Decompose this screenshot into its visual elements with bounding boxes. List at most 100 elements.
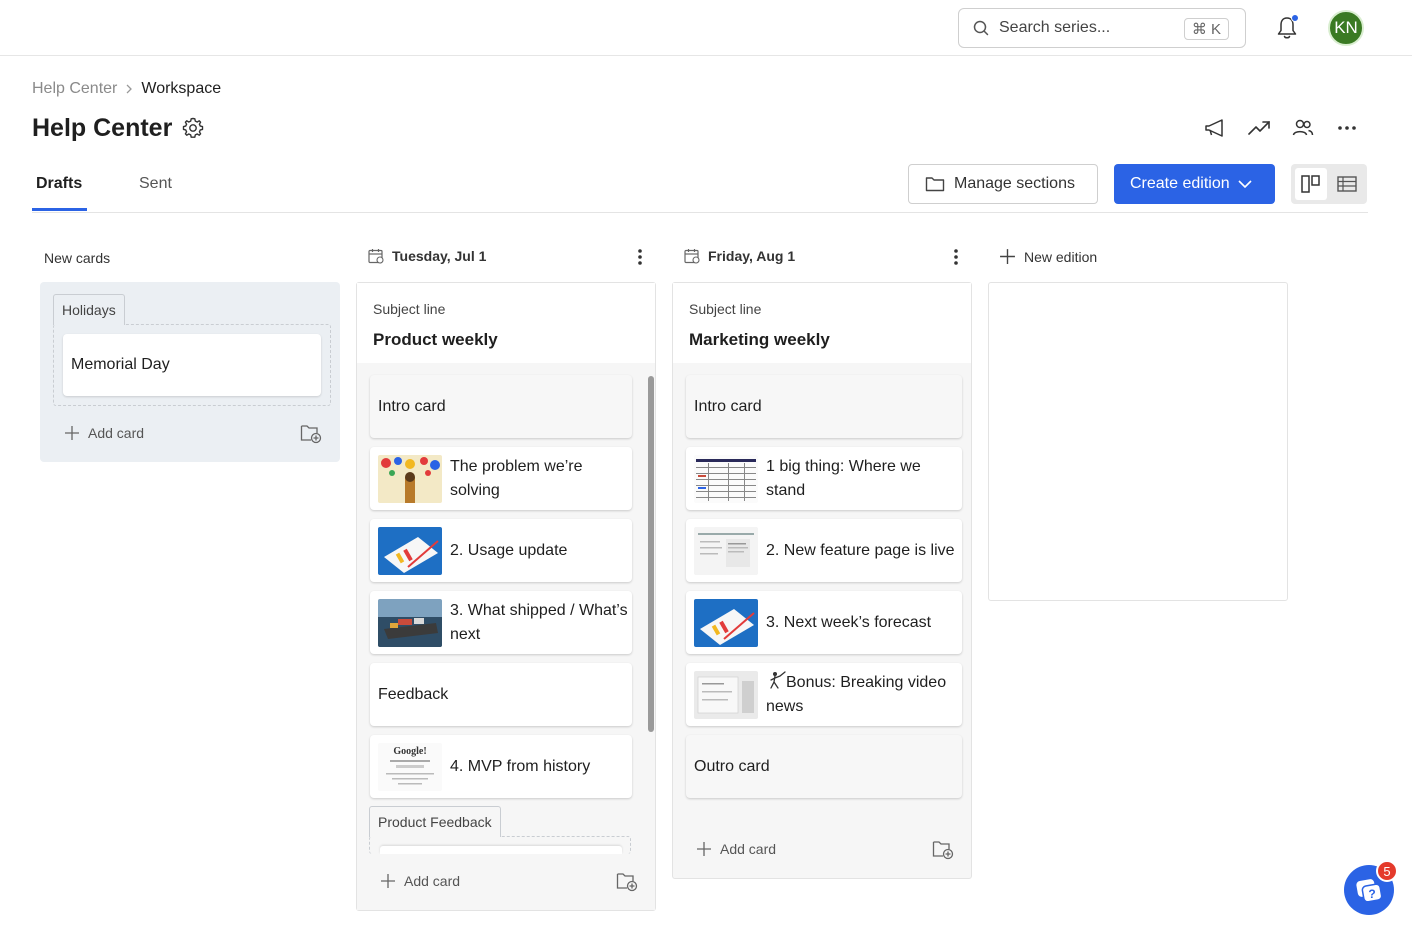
folder-icon	[925, 177, 945, 192]
add-card-button[interactable]: Add card	[380, 873, 460, 889]
search-input[interactable]: Search series... ⌘ K	[958, 8, 1246, 48]
fencer-emoji-icon	[770, 670, 786, 689]
card-title: Intro card	[378, 397, 446, 415]
add-card-label: Add card	[404, 873, 461, 889]
card-title: 3. What shipped / What’s next	[450, 601, 628, 643]
card-intro[interactable]: Intro card	[686, 375, 962, 438]
new-edition-placeholder	[988, 282, 1288, 601]
chart-image	[378, 526, 442, 575]
scrollbar[interactable]	[648, 376, 654, 732]
tabs-divider	[32, 212, 1368, 213]
table-image	[694, 454, 758, 503]
help-badge-count: 5	[1376, 860, 1398, 882]
manage-sections-label: Manage sections	[954, 175, 1075, 192]
card-big-thing[interactable]: 1 big thing: Where we stand	[686, 447, 962, 510]
subject-line-label: Subject line	[689, 301, 762, 317]
megaphone-icon[interactable]	[1203, 116, 1227, 140]
gear-icon[interactable]	[181, 116, 205, 140]
breadcrumb: Help Center Workspace	[32, 80, 221, 98]
screenshot-image	[694, 670, 758, 719]
document-image	[694, 526, 758, 575]
card-usage-update[interactable]: 2. Usage update	[370, 519, 632, 582]
card-mvp-history[interactable]: Google! 4. MVP from history	[370, 735, 632, 798]
card-problem[interactable]: The problem we’re solving	[370, 447, 632, 510]
card-outro[interactable]: Outro card	[686, 735, 962, 798]
folder-add-icon[interactable]	[300, 424, 322, 444]
card-memorial-day[interactable]: Memorial Day	[63, 334, 321, 396]
edition-2-header[interactable]: Subject line Marketing weekly	[673, 283, 971, 363]
breadcrumb-help-center[interactable]: Help Center	[32, 80, 117, 98]
avatar[interactable]: KN	[1328, 10, 1364, 46]
view-toggle	[1291, 164, 1367, 204]
calendar-icon	[368, 249, 384, 264]
svg-text:Google!: Google!	[393, 746, 426, 757]
more-vertical-icon[interactable]	[953, 248, 959, 266]
card-new-feature[interactable]: 2. New feature page is live	[686, 519, 962, 582]
folder-add-icon[interactable]	[932, 840, 954, 860]
edition-1-date-label: Tuesday, Jul 1	[392, 248, 487, 264]
card-title: Intro card	[694, 397, 762, 415]
folder-add-icon[interactable]	[616, 872, 638, 892]
card-intro[interactable]: Intro card	[370, 375, 632, 438]
plus-icon	[381, 874, 395, 888]
create-edition-label: Create edition	[1130, 175, 1230, 192]
active-tab-indicator	[32, 208, 87, 211]
subject-line-value: Product weekly	[373, 330, 498, 349]
search-icon	[973, 20, 989, 36]
card-title: 2. New feature page is live	[766, 541, 955, 559]
edition-2-date-label: Friday, Aug 1	[708, 248, 796, 264]
subject-line-label: Subject line	[373, 301, 446, 317]
card-bonus-video[interactable]: Bonus: Breaking video news	[686, 663, 962, 726]
calendar-icon	[684, 249, 700, 264]
card-title-wrapper: Bonus: Breaking video news	[758, 670, 962, 719]
add-card-button[interactable]: Add card	[696, 841, 776, 857]
card-feedback[interactable]: Feedback	[370, 663, 632, 726]
plus-icon	[697, 842, 711, 856]
section-product-feedback-label[interactable]: Product Feedback	[369, 806, 501, 837]
plus-icon	[1000, 249, 1015, 264]
card-title: Feedback	[378, 685, 449, 703]
table-view-icon	[1337, 176, 1357, 192]
page-title: Help Center	[32, 114, 173, 142]
add-card-label: Add card	[88, 425, 145, 441]
edition-1-header[interactable]: Subject line Product weekly	[357, 283, 655, 363]
trending-up-icon[interactable]	[1247, 116, 1271, 140]
collage-image	[378, 454, 442, 503]
new-edition-label: New edition	[1024, 248, 1098, 265]
chart-image	[694, 598, 758, 647]
card-title: 1 big thing: Where we stand	[766, 457, 921, 499]
plus-icon	[65, 426, 79, 440]
notification-dot	[1291, 14, 1299, 22]
card-title: The problem we’re solving	[450, 457, 583, 499]
board-view-button[interactable]	[1295, 168, 1327, 200]
subject-line-value: Marketing weekly	[689, 330, 830, 349]
card-what-shipped[interactable]: 3. What shipped / What’s next	[370, 591, 632, 654]
add-card-label: Add card	[720, 841, 777, 857]
partially-hidden-card[interactable]	[380, 846, 622, 854]
top-bar: Search series... ⌘ K KN	[0, 0, 1412, 56]
breadcrumb-workspace[interactable]: Workspace	[141, 80, 221, 98]
card-title: Outro card	[694, 757, 770, 775]
chevron-right-icon	[126, 84, 133, 94]
table-view-button[interactable]	[1331, 168, 1363, 200]
board-view-icon	[1301, 175, 1320, 193]
users-icon[interactable]	[1291, 116, 1315, 140]
more-vertical-icon[interactable]	[637, 248, 643, 266]
manage-sections-button[interactable]: Manage sections	[908, 164, 1098, 204]
tab-drafts[interactable]: Drafts	[36, 175, 82, 193]
tab-sent[interactable]: Sent	[139, 175, 172, 193]
create-edition-button[interactable]: Create edition	[1114, 164, 1275, 204]
more-horizontal-icon[interactable]	[1335, 116, 1359, 140]
svg-text:?: ?	[1368, 887, 1375, 901]
new-edition-button[interactable]: New edition	[999, 248, 1097, 265]
help-question-icon: ?	[1356, 879, 1383, 903]
search-placeholder: Search series...	[999, 19, 1111, 36]
card-forecast[interactable]: 3. Next week’s forecast	[686, 591, 962, 654]
new-cards-heading: New cards	[44, 250, 110, 266]
section-holidays-label[interactable]: Holidays	[53, 294, 125, 325]
card-title: 2. Usage update	[450, 541, 568, 559]
card-title: 4. MVP from history	[450, 757, 591, 775]
new-cards-heading-label: New cards	[44, 250, 111, 266]
add-card-button[interactable]: Add card	[64, 425, 144, 441]
edition-1-date: Tuesday, Jul 1	[368, 248, 486, 264]
